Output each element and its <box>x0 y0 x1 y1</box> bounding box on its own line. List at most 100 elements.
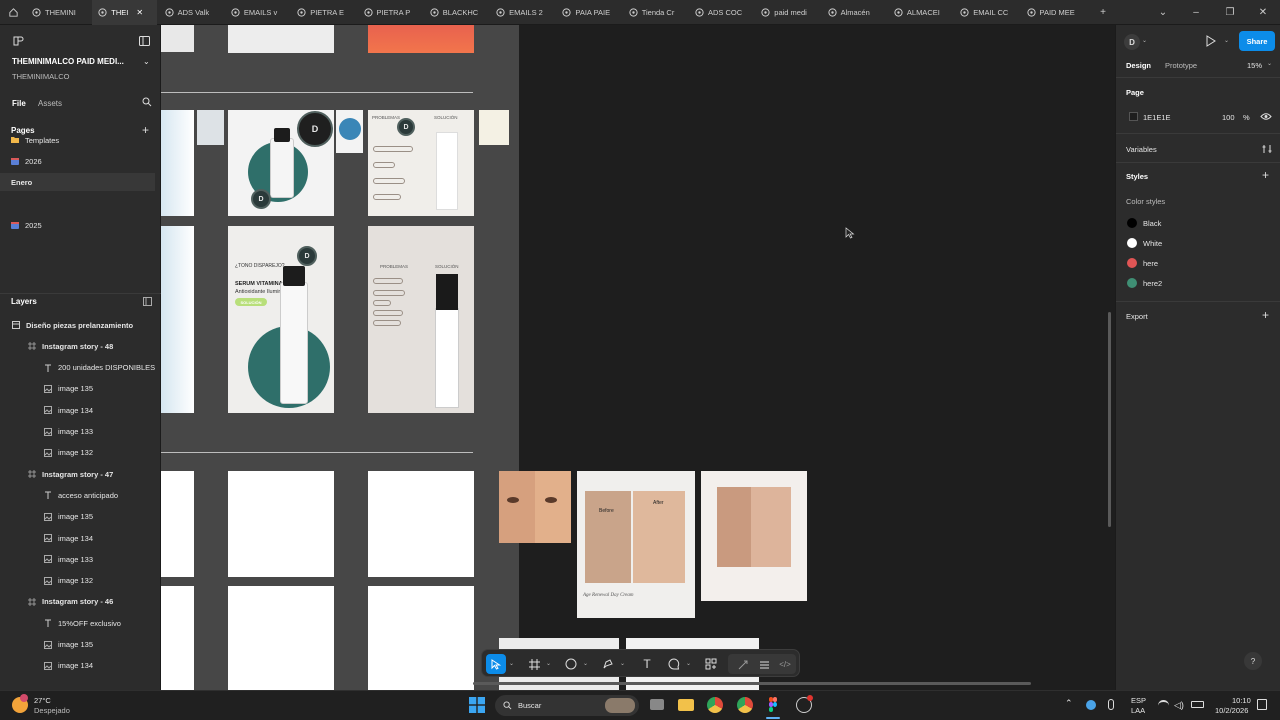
microphone-icon[interactable] <box>1108 699 1114 710</box>
layer-item[interactable]: 200 unidades DISPONIBLES <box>0 360 161 376</box>
browser-tab[interactable]: Tienda Cr <box>623 0 687 25</box>
add-export-button[interactable]: + <box>1262 308 1269 322</box>
present-icon[interactable] <box>1206 35 1216 49</box>
browser-tab[interactable]: PIETRA E <box>291 0 355 25</box>
new-tab-button[interactable]: + <box>1086 0 1120 25</box>
weather-description[interactable]: Despejado <box>34 706 70 715</box>
layer-item[interactable]: Instagram story - 47 <box>0 466 161 482</box>
collapse-layers-icon[interactable] <box>143 297 152 308</box>
dev-mode-icon[interactable]: </> <box>775 654 795 674</box>
layer-item[interactable]: Instagram story - 46 <box>0 594 161 610</box>
zoom-level[interactable]: 15% <box>1247 61 1262 70</box>
tab-assets[interactable]: Assets <box>38 99 62 108</box>
blank-frame[interactable] <box>161 471 194 577</box>
problem-solution-frame[interactable]: PROBLEMAS SOLUCIÓN <box>368 110 474 216</box>
main-menu-button[interactable] <box>12 36 26 48</box>
volume-icon[interactable]: ◁) <box>1174 700 1184 711</box>
variables-settings-icon[interactable] <box>1262 144 1272 156</box>
color-style-item[interactable]: White <box>1126 238 1266 250</box>
keyboard-layout[interactable]: LAA <box>1131 706 1145 715</box>
task-view-icon[interactable] <box>650 699 664 710</box>
browser-tab[interactable]: paid medi <box>755 0 819 25</box>
layer-item[interactable]: image 135 <box>0 637 161 653</box>
blank-frame[interactable] <box>228 586 334 690</box>
maximize-button[interactable]: ❐ <box>1213 0 1247 25</box>
tab-design[interactable]: Design <box>1126 61 1151 70</box>
layer-item[interactable]: image 132 <box>0 445 161 461</box>
eye-icon[interactable] <box>1260 112 1272 123</box>
blank-frame[interactable] <box>368 471 474 577</box>
chevron-down-icon[interactable]: ⌄ <box>1146 0 1180 25</box>
blank-frame[interactable] <box>161 586 194 690</box>
weather-temperature[interactable]: 27°C <box>34 696 51 705</box>
blank-frame[interactable] <box>368 586 474 690</box>
frame-thumbnail[interactable] <box>161 226 194 413</box>
instagram-story-frame[interactable]: ¿TONO DISPAREJO? SERUM VITAMINA C 20% An… <box>228 226 334 413</box>
chevron-down-icon[interactable]: ⌄ <box>620 660 625 667</box>
page-item[interactable]: Templates <box>0 131 155 149</box>
clock-time[interactable]: 10:10 <box>1232 696 1251 705</box>
tab-prototype[interactable]: Prototype <box>1165 61 1197 70</box>
page-item[interactable]: 2025 <box>0 216 155 234</box>
layer-item[interactable]: Instagram story - 48 <box>0 338 161 354</box>
ellipse-tool-button[interactable] <box>561 654 581 674</box>
variables-label[interactable]: Variables <box>1126 145 1157 154</box>
horizontal-scrollbar[interactable] <box>473 682 1031 685</box>
chevron-down-icon[interactable]: ⌄ <box>143 57 150 66</box>
chevron-down-icon[interactable]: ⌄ <box>546 660 551 667</box>
file-name[interactable]: THEMINIMALCO PAID MEDI... <box>12 57 137 66</box>
actions-tool-button[interactable] <box>701 654 721 674</box>
color-style-item[interactable]: Black <box>1126 218 1266 230</box>
page-color-value[interactable]: 1E1E1E <box>1143 113 1171 122</box>
browser-tab[interactable]: EMAILS v <box>225 0 289 25</box>
page-color-swatch[interactable] <box>1129 112 1138 121</box>
color-style-item[interactable]: here <box>1126 258 1266 270</box>
comment-tool-button[interactable] <box>664 654 684 674</box>
frame-thumbnail[interactable] <box>228 25 334 53</box>
chevron-down-icon[interactable]: ⌄ <box>509 660 514 667</box>
chevron-down-icon[interactable]: ⌄ <box>1224 37 1229 44</box>
chevron-down-icon[interactable]: ⌄ <box>1267 60 1272 67</box>
browser-tab[interactable]: ADS Valk <box>159 0 223 25</box>
browser-tab[interactable]: PAID MEE <box>1021 0 1085 25</box>
color-style-item[interactable]: here2 <box>1126 278 1266 290</box>
browser-tab[interactable]: BLACKHC <box>424 0 488 25</box>
frame-thumbnail[interactable] <box>161 110 194 216</box>
user-avatar[interactable]: D <box>1124 34 1140 50</box>
minimize-button[interactable]: – <box>1179 0 1213 25</box>
taskbar-search-box[interactable]: Buscar <box>495 695 639 716</box>
wifi-icon[interactable] <box>1158 700 1169 709</box>
chrome-profile-icon[interactable] <box>737 697 753 713</box>
eye-closeup-image[interactable] <box>499 471 571 543</box>
layer-item[interactable]: 15%OFF exclusivo <box>0 615 161 631</box>
file-explorer-icon[interactable] <box>678 699 694 711</box>
browser-tab[interactable]: PAIA PAIE <box>556 0 620 25</box>
image-thumbnail[interactable] <box>197 110 224 145</box>
start-button[interactable] <box>469 697 485 715</box>
frame-thumbnail[interactable] <box>161 25 194 52</box>
frame-tool-button[interactable] <box>524 654 544 674</box>
design-canvas[interactable]: D D PROBLEMAS SOLUCIÓN D ¿TONO DISPAREJO… <box>161 25 1115 690</box>
clock-date[interactable]: 10/2/2026 <box>1215 706 1248 715</box>
chevron-down-icon[interactable]: ⌄ <box>1142 37 1147 44</box>
battery-icon[interactable] <box>1191 701 1204 708</box>
browser-tab[interactable]: EMAIL CC <box>954 0 1018 25</box>
cloud-icon[interactable] <box>1086 700 1096 710</box>
sidebar-toggle-icon[interactable] <box>139 36 150 48</box>
chrome-icon[interactable] <box>707 697 723 713</box>
export-label[interactable]: Export <box>1126 312 1148 321</box>
close-tab-icon[interactable]: ✕ <box>136 8 143 17</box>
chevron-down-icon[interactable]: ⌄ <box>686 660 691 667</box>
before-after-ad[interactable]: Before After Age Renewal Day Cream <box>577 471 695 618</box>
search-icon[interactable] <box>142 97 152 109</box>
layer-item[interactable]: image 135 <box>0 509 161 525</box>
show-hidden-icons[interactable]: ⌃ <box>1065 698 1073 709</box>
tab-file[interactable]: File <box>12 99 26 108</box>
blank-frame[interactable] <box>228 471 334 577</box>
layer-item[interactable]: image 132 <box>0 573 161 589</box>
move-tool-button[interactable] <box>486 654 506 674</box>
home-icon[interactable] <box>0 0 26 25</box>
add-style-button[interactable]: + <box>1262 168 1269 182</box>
design-mode-icon[interactable] <box>754 654 774 674</box>
browser-tab[interactable]: Almacén <box>822 0 886 25</box>
